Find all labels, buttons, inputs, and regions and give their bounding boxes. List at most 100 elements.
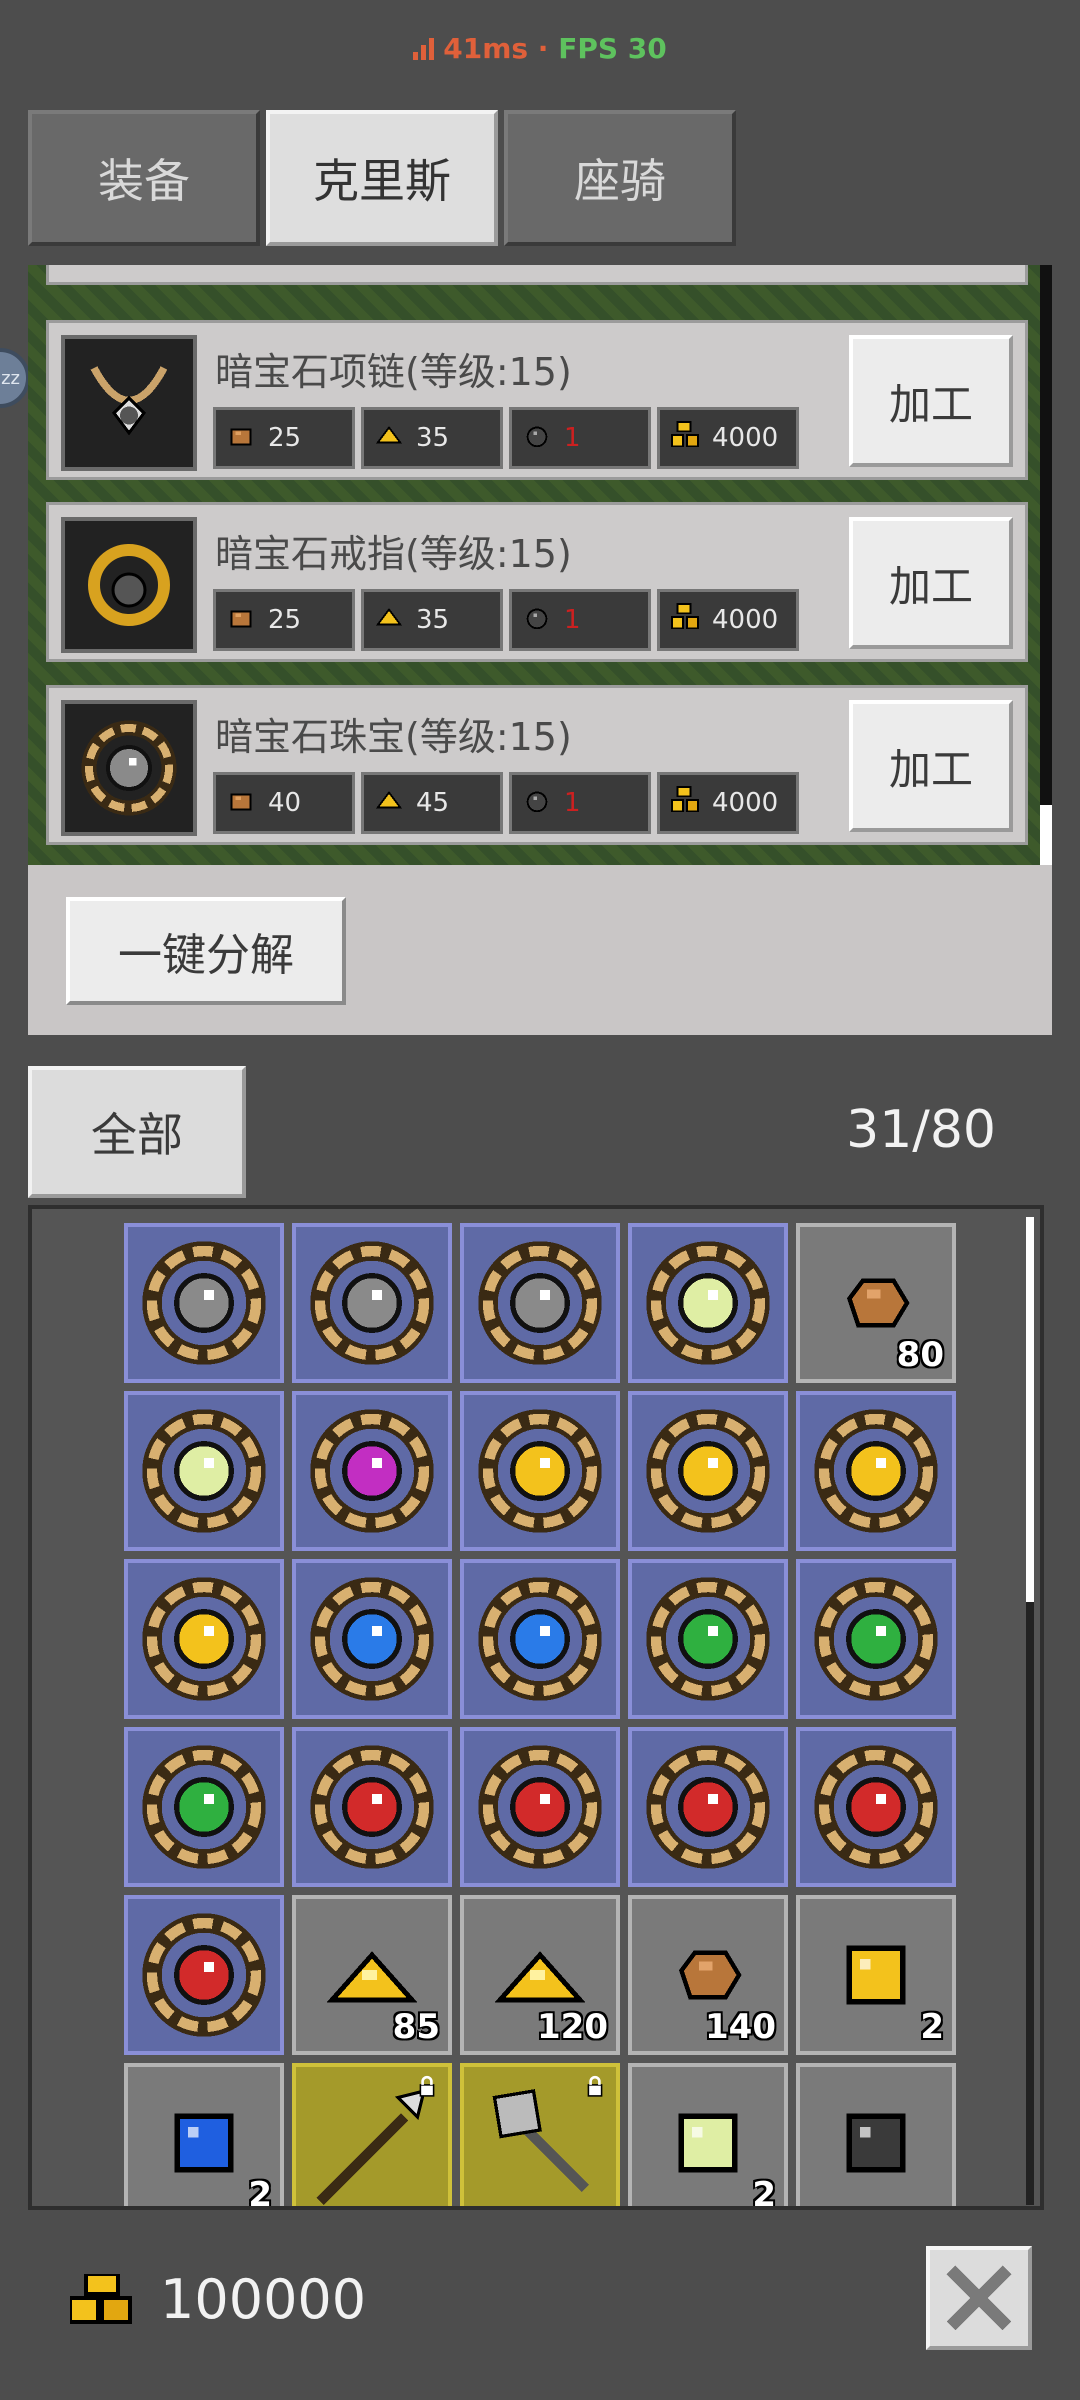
- material-amount: 45: [416, 788, 450, 818]
- inventory-slot[interactable]: 2: [124, 2063, 284, 2210]
- material-amount: 4000: [712, 423, 779, 453]
- inventory-slot[interactable]: [124, 1223, 284, 1383]
- inventory-slot[interactable]: [628, 1727, 788, 1887]
- jewel-icon: [139, 1910, 269, 2040]
- fps-value: FPS 30: [558, 32, 667, 65]
- sleep-bubble-icon[interactable]: zz: [0, 348, 30, 408]
- jewel-icon: [139, 1742, 269, 1872]
- material-amount: 4000: [712, 605, 779, 635]
- inventory-slot[interactable]: 80: [796, 1223, 956, 1383]
- gold-icon: [327, 1945, 417, 2005]
- material-cost: 4000: [657, 772, 799, 834]
- inventory-slot[interactable]: [292, 1727, 452, 1887]
- filter-all-button[interactable]: 全部: [28, 1066, 246, 1198]
- jewel-icon: [643, 1574, 773, 1704]
- inventory-slot[interactable]: [796, 1391, 956, 1551]
- item-count: 2: [752, 2175, 776, 2210]
- inventory-slot[interactable]: 85: [292, 1895, 452, 2055]
- ore-icon: [672, 1944, 744, 2006]
- ore-icon: [226, 785, 256, 822]
- inventory-slot[interactable]: [460, 1727, 620, 1887]
- craft-button[interactable]: 加工: [849, 517, 1013, 649]
- jewel-icon: [139, 1574, 269, 1704]
- craft-button[interactable]: 加工: [849, 700, 1013, 832]
- tab-chris[interactable]: 克里斯: [266, 110, 498, 246]
- tab-equipment[interactable]: 装备: [28, 110, 260, 246]
- material-amount: 25: [268, 605, 302, 635]
- inventory-slot[interactable]: 120: [460, 1895, 620, 2055]
- gold-coins-icon: [670, 420, 700, 457]
- item-count: 140: [705, 2007, 776, 2047]
- jewel-icon: [307, 1406, 437, 1536]
- inventory-slot[interactable]: [460, 1223, 620, 1383]
- gold-coins-icon: [670, 602, 700, 639]
- recipe-scrollbar[interactable]: [1040, 265, 1052, 805]
- recipe-row: 暗宝石珠宝(等级:15) 40 45 1 4000 加工: [46, 685, 1028, 845]
- inventory-slot[interactable]: [460, 2063, 620, 2206]
- decompose-all-button[interactable]: 一键分解: [66, 897, 346, 1005]
- ore-icon: [226, 602, 256, 639]
- jewel-icon: [307, 1238, 437, 1368]
- jewel-icon: [643, 1742, 773, 1872]
- dark-gem-icon: [522, 785, 552, 822]
- craft-button[interactable]: 加工: [849, 335, 1013, 467]
- gem-icon: [676, 2111, 740, 2175]
- ping-value: 41ms: [443, 32, 529, 65]
- recipe-scroll-thumb[interactable]: [1040, 805, 1052, 865]
- recipe-list[interactable]: 暗宝石项链(等级:15) 25 35 1 4000 加工 暗宝石戒指(等级:15) 25 35 1…: [28, 265, 1052, 865]
- gem-icon: [844, 2111, 908, 2175]
- inventory-slot[interactable]: [124, 1559, 284, 1719]
- inventory-slot[interactable]: 2: [796, 1895, 956, 2055]
- inventory-slot[interactable]: [124, 1895, 284, 2055]
- material-cost: 4000: [657, 407, 799, 469]
- dark-gem-icon: [522, 602, 552, 639]
- gold-pile-icon: [374, 602, 404, 639]
- ring-icon: [61, 517, 197, 653]
- inventory-slot[interactable]: [628, 1223, 788, 1383]
- recipe-name: 暗宝石戒指(等级:15): [215, 532, 572, 576]
- material-cost: 1: [509, 589, 651, 651]
- inventory-panel[interactable]: 80 85 120 140 2 2 2: [28, 1205, 1044, 2210]
- inventory-slot[interactable]: 140: [628, 1895, 788, 2055]
- jewel-icon: [643, 1238, 773, 1368]
- inventory-slot[interactable]: [796, 1727, 956, 1887]
- recipe-row-partial: [46, 265, 1028, 285]
- gold-coins-icon: [670, 785, 700, 822]
- gem-icon: [172, 2111, 236, 2175]
- item-count: 2: [248, 2175, 272, 2210]
- inventory-slot[interactable]: [628, 1559, 788, 1719]
- inventory-slot[interactable]: [796, 1559, 956, 1719]
- inventory-slot[interactable]: [292, 1559, 452, 1719]
- material-amount: 1: [564, 788, 581, 818]
- inventory-slot[interactable]: [292, 2063, 452, 2206]
- inventory-slot[interactable]: 2: [628, 2063, 788, 2210]
- inventory-slot[interactable]: [460, 1559, 620, 1719]
- inventory-slot[interactable]: [460, 1391, 620, 1551]
- inventory-slot[interactable]: [292, 1223, 452, 1383]
- inventory-slot[interactable]: [628, 1391, 788, 1551]
- material-amount: 25: [268, 423, 302, 453]
- material-cost: 45: [361, 772, 503, 834]
- recipe-name: 暗宝石珠宝(等级:15): [215, 715, 572, 759]
- jewel-icon: [61, 700, 197, 836]
- ore-icon: [840, 1272, 912, 1334]
- inventory-slot[interactable]: [124, 1391, 284, 1551]
- inventory-slot[interactable]: [292, 1391, 452, 1551]
- inventory-slot[interactable]: [124, 1727, 284, 1887]
- jewel-icon: [475, 1238, 605, 1368]
- close-button[interactable]: [926, 2246, 1032, 2350]
- jewel-icon: [139, 1238, 269, 1368]
- lock-icon: [587, 2075, 603, 2097]
- axe-icon: [475, 2078, 605, 2206]
- item-count: 80: [896, 1335, 944, 1375]
- gold-icon: [495, 1945, 585, 2005]
- dark-gem-icon: [522, 420, 552, 457]
- inventory-scroll-thumb[interactable]: [1026, 1217, 1034, 1602]
- tab-mount[interactable]: 座骑: [504, 110, 736, 246]
- material-cost: 35: [361, 407, 503, 469]
- inventory-grid: 80 85 120 140 2 2 2: [124, 1223, 956, 2210]
- inventory-slot[interactable]: [796, 2063, 956, 2206]
- jewel-icon: [475, 1574, 605, 1704]
- recipe-row: 暗宝石项链(等级:15) 25 35 1 4000 加工: [46, 320, 1028, 480]
- network-status: 41ms · FPS 30: [0, 32, 1080, 65]
